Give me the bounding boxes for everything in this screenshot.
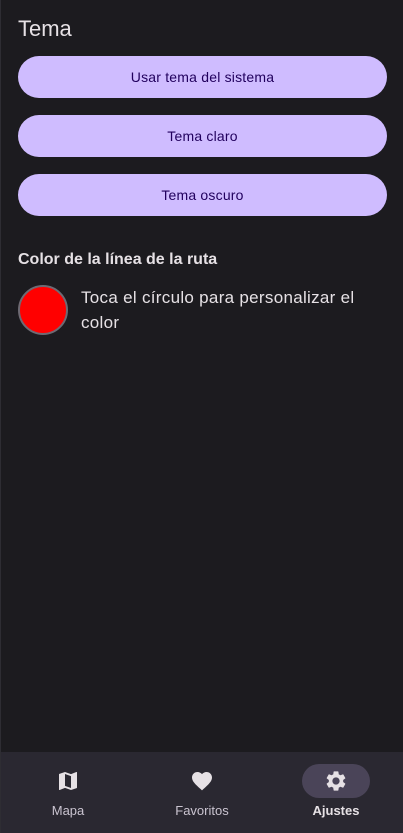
heart-icon [192,772,212,791]
nav-label-favorites: Favoritos [175,803,229,818]
route-color-picker-circle[interactable] [18,285,68,335]
route-color-hint: Toca el círculo para personalizar el col… [81,288,355,332]
nav-label-settings: Ajustes [312,803,360,818]
nav-item-map[interactable]: Mapa [3,764,133,820]
nav-item-settings[interactable]: Ajustes [271,764,401,820]
light-theme-button[interactable]: Tema claro [18,115,387,157]
nav-label-map: Mapa [51,803,85,818]
nav-pill-favorites [168,764,236,798]
settings-screen: Tema Usar tema del sistema Tema claro Te… [0,0,403,833]
gear-icon [326,771,346,791]
settings-content: Tema Usar tema del sistema Tema claro Te… [1,0,403,752]
dark-theme-button[interactable]: Tema oscuro [18,174,387,216]
system-theme-button[interactable]: Usar tema del sistema [18,56,387,98]
nav-pill-map [34,764,102,798]
route-color-row: Toca el círculo para personalizar el col… [18,285,386,335]
route-color-title: Color de la línea de la ruta [18,251,218,268]
nav-item-favorites[interactable]: Favoritos [137,764,267,820]
bottom-navigation-bar: Mapa Favoritos Ajustes [1,752,403,833]
nav-pill-settings [302,764,370,798]
theme-section-title: Tema [18,16,72,41]
map-icon [59,772,77,790]
